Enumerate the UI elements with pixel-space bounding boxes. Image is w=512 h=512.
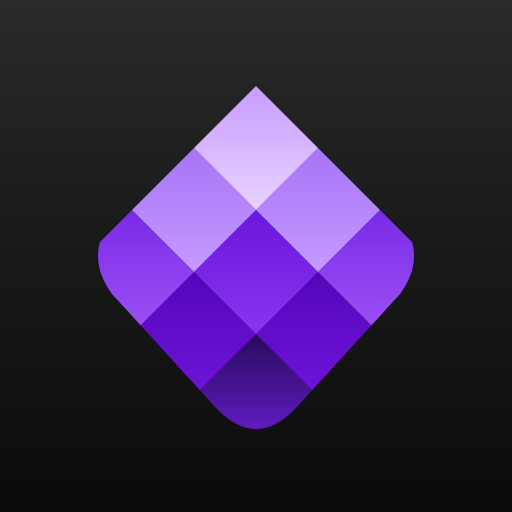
app-icon-background: [0, 0, 512, 512]
diamond-grid-logo-icon: [98, 86, 414, 429]
